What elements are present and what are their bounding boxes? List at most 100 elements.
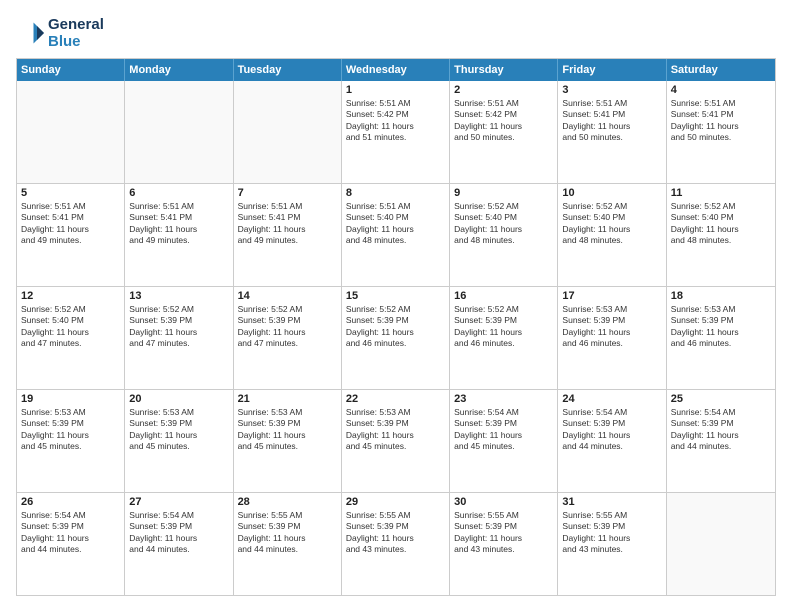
day-cell-19: 19 Sunrise: 5:53 AM Sunset: 5:39 PM Dayli… [17, 390, 125, 492]
week-5: 26 Sunrise: 5:54 AM Sunset: 5:39 PM Dayli… [17, 492, 775, 595]
day-cell-8: 8 Sunrise: 5:51 AM Sunset: 5:40 PM Daylig… [342, 184, 450, 286]
cell-info: Sunrise: 5:55 AM Sunset: 5:39 PM Dayligh… [346, 510, 445, 556]
cell-info: Sunrise: 5:51 AM Sunset: 5:41 PM Dayligh… [21, 201, 120, 247]
header-cell-thursday: Thursday [450, 59, 558, 81]
day-number: 8 [346, 187, 445, 199]
day-cell-3: 3Sunrise: 5:51 AM Sunset: 5:41 PM Daylig… [558, 81, 666, 183]
cell-info: Sunrise: 5:54 AM Sunset: 5:39 PM Dayligh… [671, 407, 771, 453]
day-number: 12 [21, 290, 120, 302]
day-cell-20: 20Sunrise: 5:53 AM Sunset: 5:39 PM Dayli… [125, 390, 233, 492]
day-number: 23 [454, 393, 553, 405]
day-cell-28: 28Sunrise: 5:55 AM Sunset: 5:39 PM Dayli… [234, 493, 342, 595]
day-cell-7: 7 Sunrise: 5:51 AM Sunset: 5:41 PM Daylig… [234, 184, 342, 286]
day-cell-9: 9Sunrise: 5:52 AM Sunset: 5:40 PM Daylig… [450, 184, 558, 286]
logo-text: General Blue [48, 16, 104, 50]
cell-info: Sunrise: 5:55 AM Sunset: 5:39 PM Dayligh… [454, 510, 553, 556]
cell-info: Sunrise: 5:52 AM Sunset: 5:39 PM Dayligh… [454, 304, 553, 350]
header-cell-monday: Monday [125, 59, 233, 81]
week-3: 12Sunrise: 5:52 AM Sunset: 5:40 PM Dayli… [17, 286, 775, 389]
cell-info: Sunrise: 5:52 AM Sunset: 5:40 PM Dayligh… [562, 201, 661, 247]
cell-info: Sunrise: 5:52 AM Sunset: 5:40 PM Dayligh… [454, 201, 553, 247]
cell-info: Sunrise: 5:52 AM Sunset: 5:39 PM Dayligh… [346, 304, 445, 350]
empty-cell [667, 493, 775, 595]
day-number: 26 [21, 496, 120, 508]
day-cell-10: 10 Sunrise: 5:52 AM Sunset: 5:40 PM Dayli… [558, 184, 666, 286]
day-cell-4: 4Sunrise: 5:51 AM Sunset: 5:41 PM Daylig… [667, 81, 775, 183]
day-number: 6 [129, 187, 228, 199]
logo: General Blue [16, 16, 104, 50]
day-number: 21 [238, 393, 337, 405]
day-cell-18: 18 Sunrise: 5:53 AM Sunset: 5:39 PM Dayli… [667, 287, 775, 389]
week-1: 1 Sunrise: 5:51 AM Sunset: 5:42 PM Daylig… [17, 81, 775, 183]
cell-info: Sunrise: 5:51 AM Sunset: 5:42 PM Dayligh… [346, 98, 445, 144]
calendar-header: SundayMondayTuesdayWednesdayThursdayFrid… [17, 59, 775, 81]
day-cell-14: 14 Sunrise: 5:52 AM Sunset: 5:39 PM Dayli… [234, 287, 342, 389]
cell-info: Sunrise: 5:54 AM Sunset: 5:39 PM Dayligh… [562, 407, 661, 453]
day-cell-15: 15 Sunrise: 5:52 AM Sunset: 5:39 PM Dayli… [342, 287, 450, 389]
empty-cell [125, 81, 233, 183]
day-cell-1: 1 Sunrise: 5:51 AM Sunset: 5:42 PM Daylig… [342, 81, 450, 183]
header-cell-sunday: Sunday [17, 59, 125, 81]
day-number: 18 [671, 290, 771, 302]
day-cell-21: 21 Sunrise: 5:53 AM Sunset: 5:39 PM Dayli… [234, 390, 342, 492]
day-number: 20 [129, 393, 228, 405]
day-number: 3 [562, 84, 661, 96]
day-cell-17: 17 Sunrise: 5:53 AM Sunset: 5:39 PM Dayli… [558, 287, 666, 389]
week-2: 5 Sunrise: 5:51 AM Sunset: 5:41 PM Daylig… [17, 183, 775, 286]
cell-info: Sunrise: 5:54 AM Sunset: 5:39 PM Dayligh… [129, 510, 228, 556]
day-cell-27: 27Sunrise: 5:54 AM Sunset: 5:39 PM Dayli… [125, 493, 233, 595]
day-cell-5: 5 Sunrise: 5:51 AM Sunset: 5:41 PM Daylig… [17, 184, 125, 286]
day-number: 15 [346, 290, 445, 302]
cell-info: Sunrise: 5:52 AM Sunset: 5:39 PM Dayligh… [129, 304, 228, 350]
day-cell-12: 12Sunrise: 5:52 AM Sunset: 5:40 PM Dayli… [17, 287, 125, 389]
day-number: 28 [238, 496, 337, 508]
cell-info: Sunrise: 5:53 AM Sunset: 5:39 PM Dayligh… [238, 407, 337, 453]
cell-info: Sunrise: 5:51 AM Sunset: 5:41 PM Dayligh… [671, 98, 771, 144]
day-number: 25 [671, 393, 771, 405]
calendar: SundayMondayTuesdayWednesdayThursdayFrid… [16, 58, 776, 596]
day-number: 5 [21, 187, 120, 199]
day-number: 13 [129, 290, 228, 302]
cell-info: Sunrise: 5:53 AM Sunset: 5:39 PM Dayligh… [671, 304, 771, 350]
day-number: 24 [562, 393, 661, 405]
day-number: 17 [562, 290, 661, 302]
cell-info: Sunrise: 5:51 AM Sunset: 5:42 PM Dayligh… [454, 98, 553, 144]
header-cell-saturday: Saturday [667, 59, 775, 81]
day-cell-6: 6 Sunrise: 5:51 AM Sunset: 5:41 PM Daylig… [125, 184, 233, 286]
cell-info: Sunrise: 5:52 AM Sunset: 5:40 PM Dayligh… [671, 201, 771, 247]
day-cell-22: 22Sunrise: 5:53 AM Sunset: 5:39 PM Dayli… [342, 390, 450, 492]
day-number: 14 [238, 290, 337, 302]
day-number: 16 [454, 290, 553, 302]
cell-info: Sunrise: 5:55 AM Sunset: 5:39 PM Dayligh… [562, 510, 661, 556]
day-cell-29: 29 Sunrise: 5:55 AM Sunset: 5:39 PM Dayli… [342, 493, 450, 595]
cell-info: Sunrise: 5:51 AM Sunset: 5:41 PM Dayligh… [238, 201, 337, 247]
empty-cell [234, 81, 342, 183]
day-number: 30 [454, 496, 553, 508]
day-number: 7 [238, 187, 337, 199]
cell-info: Sunrise: 5:51 AM Sunset: 5:40 PM Dayligh… [346, 201, 445, 247]
day-cell-30: 30 Sunrise: 5:55 AM Sunset: 5:39 PM Dayli… [450, 493, 558, 595]
day-number: 1 [346, 84, 445, 96]
day-number: 2 [454, 84, 553, 96]
day-number: 19 [21, 393, 120, 405]
day-number: 29 [346, 496, 445, 508]
day-cell-25: 25 Sunrise: 5:54 AM Sunset: 5:39 PM Dayli… [667, 390, 775, 492]
cell-info: Sunrise: 5:53 AM Sunset: 5:39 PM Dayligh… [21, 407, 120, 453]
page: General Blue SundayMondayTuesdayWednesda… [0, 0, 792, 612]
header: General Blue [16, 16, 776, 50]
day-number: 10 [562, 187, 661, 199]
cell-info: Sunrise: 5:54 AM Sunset: 5:39 PM Dayligh… [454, 407, 553, 453]
day-number: 31 [562, 496, 661, 508]
header-cell-friday: Friday [558, 59, 666, 81]
calendar-body: 1 Sunrise: 5:51 AM Sunset: 5:42 PM Daylig… [17, 81, 775, 595]
week-4: 19 Sunrise: 5:53 AM Sunset: 5:39 PM Dayli… [17, 389, 775, 492]
cell-info: Sunrise: 5:51 AM Sunset: 5:41 PM Dayligh… [129, 201, 228, 247]
day-cell-23: 23 Sunrise: 5:54 AM Sunset: 5:39 PM Dayli… [450, 390, 558, 492]
day-cell-24: 24 Sunrise: 5:54 AM Sunset: 5:39 PM Dayli… [558, 390, 666, 492]
header-cell-tuesday: Tuesday [234, 59, 342, 81]
day-cell-2: 2 Sunrise: 5:51 AM Sunset: 5:42 PM Daylig… [450, 81, 558, 183]
header-cell-wednesday: Wednesday [342, 59, 450, 81]
cell-info: Sunrise: 5:53 AM Sunset: 5:39 PM Dayligh… [562, 304, 661, 350]
cell-info: Sunrise: 5:52 AM Sunset: 5:39 PM Dayligh… [238, 304, 337, 350]
cell-info: Sunrise: 5:54 AM Sunset: 5:39 PM Dayligh… [21, 510, 120, 556]
